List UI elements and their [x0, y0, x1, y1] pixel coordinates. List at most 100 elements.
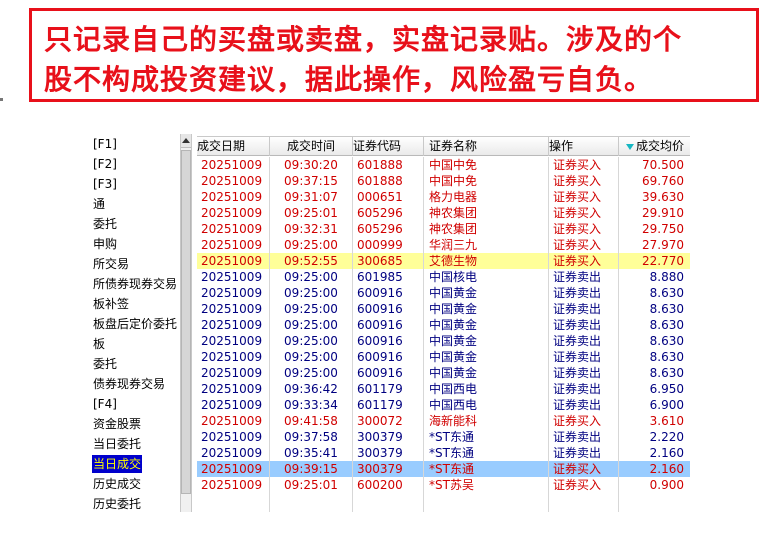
sidebar-item[interactable]: 委托 — [92, 215, 118, 233]
table-row[interactable]: 20251009 09:25:01 605296 神农集团 证券买入 29.910 — [197, 205, 690, 221]
sidebar-item[interactable]: [F4] — [92, 395, 118, 413]
cell-price: 8.630 — [649, 350, 684, 364]
trade-records-table: 成交日期 成交时间 证券代码 证券名称 操作 成交均价 20251009 09:3… — [197, 134, 690, 512]
cell-price: 70.500 — [642, 158, 684, 172]
cell-price: 27.970 — [642, 238, 684, 252]
header-time[interactable]: 成交时间 — [270, 137, 353, 156]
cell-code: 601985 — [353, 269, 424, 285]
table-row[interactable]: 20251009 09:35:41 300379 *ST东通 证券卖出 2.160 — [197, 445, 690, 461]
sidebar-item[interactable]: 板补签 — [92, 295, 130, 313]
cell-date: 20251009 — [197, 381, 270, 397]
sidebar-item[interactable]: 历史成交 — [92, 475, 142, 493]
table-row[interactable]: 20251009 09:25:00 600916 中国黄金 证券卖出 8.630 — [197, 317, 690, 333]
table-row[interactable]: 20251009 09:25:00 600916 中国黄金 证券卖出 8.630 — [197, 333, 690, 349]
sidebar-item[interactable]: 当日委托 — [92, 435, 142, 453]
cell-price: 39.630 — [642, 190, 684, 204]
cell-price: 8.630 — [649, 318, 684, 332]
cell-name: 华润三九 — [424, 237, 549, 253]
scroll-thumb[interactable] — [181, 150, 191, 494]
table-row[interactable]: 20251009 09:25:00 600916 中国黄金 证券卖出 8.630 — [197, 365, 690, 381]
cell-date: 20251009 — [197, 205, 270, 221]
table-row[interactable]: 20251009 09:33:34 601179 中国西电 证券卖出 6.900 — [197, 397, 690, 413]
cell-date: 20251009 — [197, 349, 270, 365]
cell-date: 20251009 — [197, 445, 270, 461]
cell-op: 证券买入 — [549, 253, 619, 269]
cell-code: 300379 — [353, 445, 424, 461]
cell-op: 证券买入 — [549, 237, 619, 253]
sidebar-item[interactable]: 所债券现券交易 — [92, 275, 178, 293]
header-name[interactable]: 证券名称 — [424, 137, 549, 156]
sidebar-item[interactable]: 债券现券交易 — [92, 375, 166, 393]
table-row[interactable]: 20251009 09:30:20 601888 中国中免 证券买入 70.500 — [197, 157, 690, 173]
cell-name: 中国黄金 — [424, 285, 549, 301]
cell-name: *ST东通 — [424, 445, 549, 461]
sidebar-item[interactable]: 委托 — [92, 355, 118, 373]
header-code[interactable]: 证券代码 — [353, 137, 424, 156]
cell-code: 605296 — [353, 205, 424, 221]
header-date[interactable]: 成交日期 — [197, 137, 270, 156]
cell-op: 证券卖出 — [549, 381, 619, 397]
sidebar-item[interactable]: 当日成交 — [92, 455, 143, 473]
sidebar-item[interactable]: [F1] — [92, 135, 118, 153]
table-row[interactable]: 20251009 09:37:58 300379 *ST东通 证券卖出 2.220 — [197, 429, 690, 445]
cell-time: 09:36:42 — [270, 381, 353, 397]
header-operation[interactable]: 操作 — [549, 137, 619, 156]
cell-op: 证券卖出 — [549, 333, 619, 349]
cell-op: 证券卖出 — [549, 301, 619, 317]
sidebar-item[interactable]: [F2] — [92, 155, 118, 173]
sidebar-item[interactable]: [F3] — [92, 175, 118, 193]
cell-time: 09:25:00 — [270, 269, 353, 285]
cell-date: 20251009 — [197, 461, 270, 477]
cell-date: 20251009 — [197, 237, 270, 253]
cell-op: 证券卖出 — [549, 397, 619, 413]
table-row[interactable]: 20251009 09:25:01 600200 *ST苏吴 证券买入 0.900 — [197, 477, 690, 493]
cell-date: 20251009 — [197, 173, 270, 189]
table-row[interactable]: 20251009 09:25:00 600916 中国黄金 证券卖出 8.630 — [197, 301, 690, 317]
table-row[interactable]: 20251009 09:25:00 000999 华润三九 证券买入 27.970 — [197, 237, 690, 253]
scroll-up-icon[interactable] — [181, 134, 191, 148]
cell-price: 69.760 — [642, 174, 684, 188]
sidebar-item[interactable]: 板 — [92, 335, 106, 353]
cell-code: 300685 — [353, 253, 424, 269]
table-row[interactable]: 20251009 09:37:15 601888 中国中免 证券买入 69.760 — [197, 173, 690, 189]
cell-op: 证券卖出 — [549, 429, 619, 445]
cell-code: 600916 — [353, 333, 424, 349]
cell-date: 20251009 — [197, 157, 270, 173]
cell-code: 600916 — [353, 301, 424, 317]
cell-name: *ST苏吴 — [424, 477, 549, 493]
cell-name: 中国黄金 — [424, 333, 549, 349]
cell-time: 09:37:58 — [270, 429, 353, 445]
table-row[interactable]: 20251009 09:25:00 600916 中国黄金 证券卖出 8.630 — [197, 285, 690, 301]
cell-op: 证券买入 — [549, 461, 619, 477]
table-row[interactable]: 20251009 09:31:07 000651 格力电器 证券买入 39.630 — [197, 189, 690, 205]
edge-mark — [0, 98, 3, 101]
cell-time: 09:32:31 — [270, 221, 353, 237]
table-row[interactable]: 20251009 09:25:00 601985 中国核电 证券卖出 8.880 — [197, 269, 690, 285]
cell-price: 22.770 — [642, 254, 684, 268]
sidebar-item[interactable]: 板盘后定价委托 — [92, 315, 178, 333]
table-row[interactable]: 20251009 09:41:58 300072 海新能科 证券买入 3.610 — [197, 413, 690, 429]
sidebar-item[interactable]: 通 — [92, 195, 106, 213]
table-row[interactable]: 20251009 09:39:15 300379 *ST东通 证券买入 2.160 — [197, 461, 690, 477]
cell-time: 09:33:34 — [270, 397, 353, 413]
cell-price: 8.880 — [649, 270, 684, 284]
cell-time: 09:25:00 — [270, 301, 353, 317]
header-average-price[interactable]: 成交均价 — [619, 137, 690, 156]
table-row[interactable]: 20251009 09:32:31 605296 神农集团 证券买入 29.750 — [197, 221, 690, 237]
sidebar-item[interactable]: 资金股票 — [92, 415, 142, 433]
cell-price: 29.910 — [642, 206, 684, 220]
table-row[interactable]: 20251009 09:25:00 600916 中国黄金 证券卖出 8.630 — [197, 349, 690, 365]
cell-op: 证券卖出 — [549, 269, 619, 285]
sidebar-scrollbar[interactable] — [180, 134, 192, 512]
cell-op: 证券卖出 — [549, 349, 619, 365]
sidebar-item[interactable]: 历史委托 — [92, 495, 142, 512]
sidebar-item[interactable]: 所交易 — [92, 255, 130, 273]
cell-name: 海新能科 — [424, 413, 549, 429]
table-row[interactable]: 20251009 09:36:42 601179 中国西电 证券卖出 6.950 — [197, 381, 690, 397]
sort-down-icon — [625, 143, 634, 150]
cell-code: 600916 — [353, 285, 424, 301]
cell-date: 20251009 — [197, 317, 270, 333]
sidebar-item[interactable]: 申购 — [92, 235, 118, 253]
table-row[interactable]: 20251009 09:52:55 300685 艾德生物 证券买入 22.770 — [197, 253, 690, 269]
cell-price: 6.900 — [649, 398, 684, 412]
